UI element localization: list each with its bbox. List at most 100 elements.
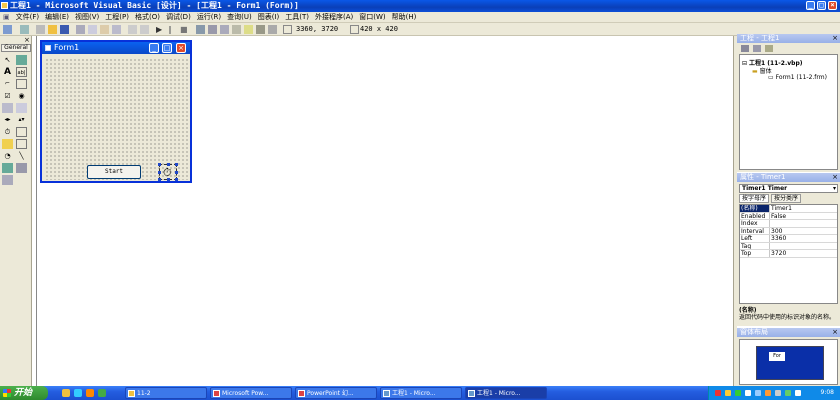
property-value[interactable]: False — [770, 213, 786, 220]
data-tool-icon[interactable] — [16, 163, 27, 173]
copy-icon[interactable] — [88, 25, 97, 34]
volume-icon[interactable] — [795, 390, 801, 396]
tray-icon[interactable] — [785, 390, 791, 396]
minimize-button[interactable]: _ — [806, 1, 815, 10]
layout-close-icon[interactable]: × — [832, 328, 838, 337]
task-powerpoint-1[interactable]: Microsoft Pow... — [210, 387, 292, 399]
view-code-icon[interactable] — [741, 45, 749, 52]
tree-node-form1[interactable]: ▭ Form1 (11-2.frm) — [768, 74, 827, 81]
timer-tool-icon[interactable]: ⏱ — [2, 127, 13, 137]
toggle-folders-icon[interactable] — [765, 45, 773, 52]
redo-icon[interactable] — [140, 25, 149, 34]
line-tool-icon[interactable]: ╲ — [16, 151, 27, 161]
form-design-grid[interactable] — [45, 58, 189, 180]
form1-window[interactable]: Form1 _ □ × Start ⏱ — [40, 40, 192, 183]
open-icon[interactable] — [48, 25, 57, 34]
menu-editor-icon[interactable] — [36, 25, 45, 34]
picturebox-tool-icon[interactable] — [16, 55, 27, 65]
menu-file[interactable]: 文件(F) — [13, 12, 43, 23]
menu-project[interactable]: 工程(P) — [102, 12, 132, 23]
form-layout-icon[interactable] — [220, 25, 229, 34]
tray-icon[interactable] — [725, 390, 731, 396]
view-object-icon[interactable] — [753, 45, 761, 52]
tray-icon[interactable] — [735, 390, 741, 396]
menu-run[interactable]: 运行(R) — [194, 12, 224, 23]
hscrollbar-tool-icon[interactable]: ◂▸ — [2, 115, 13, 125]
property-value[interactable]: 300 — [770, 228, 782, 235]
run-icon[interactable]: ▶ — [156, 25, 165, 34]
form-position-preview[interactable]: For — [769, 352, 785, 361]
property-row[interactable]: Top 3720 — [740, 250, 837, 258]
commandbutton-tool-icon[interactable] — [16, 79, 27, 89]
dirlistbox-tool-icon[interactable] — [2, 139, 13, 149]
pause-icon[interactable]: ‖ — [168, 25, 177, 34]
menu-format[interactable]: 格式(O) — [132, 12, 163, 23]
component-manager-icon[interactable] — [268, 25, 277, 34]
toolbox-icon[interactable] — [244, 25, 253, 34]
task-folder[interactable]: 11-2 — [125, 387, 207, 399]
tab-categorized[interactable]: 按分类序 — [770, 194, 801, 203]
pointer-tool-icon[interactable]: ↖ — [2, 55, 13, 65]
optionbutton-tool-icon[interactable]: ◉ — [16, 91, 27, 101]
frame-tool-icon[interactable]: ⌐ — [2, 79, 13, 89]
tray-icon[interactable] — [715, 390, 721, 396]
property-value[interactable] — [770, 243, 771, 250]
menu-window[interactable]: 窗口(W) — [356, 12, 388, 23]
add-project-icon[interactable] — [3, 25, 12, 34]
close-button[interactable]: × — [828, 1, 837, 10]
combobox-tool-icon[interactable] — [2, 103, 13, 113]
maximize-button[interactable]: □ — [817, 1, 826, 10]
save-icon[interactable] — [60, 25, 69, 34]
property-value[interactable]: Timer1 — [770, 205, 792, 212]
form1-title-bar[interactable]: Form1 _ □ × — [42, 42, 190, 54]
properties-close-icon[interactable]: × — [832, 173, 838, 182]
property-row[interactable]: Tag — [740, 242, 837, 250]
menu-diagram[interactable]: 图表(I) — [255, 12, 283, 23]
desktop-icon[interactable] — [98, 389, 106, 397]
start-button[interactable]: Start — [87, 165, 141, 179]
listbox-tool-icon[interactable] — [16, 103, 27, 113]
image-tool-icon[interactable] — [2, 163, 13, 173]
textbox-tool-icon[interactable]: ab| — [16, 67, 27, 77]
resize-handle[interactable] — [167, 178, 170, 181]
property-value[interactable] — [770, 220, 771, 227]
form-maximize-button[interactable]: □ — [162, 43, 172, 53]
tray-icon[interactable] — [765, 390, 771, 396]
resize-handle[interactable] — [158, 178, 161, 181]
tray-icon[interactable] — [755, 390, 761, 396]
resize-handle[interactable] — [158, 163, 161, 166]
menu-view[interactable]: 视图(V) — [72, 12, 102, 23]
resize-handle[interactable] — [175, 163, 178, 166]
vscrollbar-tool-icon[interactable]: ▴▾ — [16, 115, 27, 125]
tray-icon[interactable] — [745, 390, 751, 396]
menu-addins[interactable]: 外接程序(A) — [312, 12, 356, 23]
toolbox-close-icon[interactable]: × — [24, 36, 30, 44]
ole-tool-icon[interactable] — [2, 175, 13, 185]
property-row[interactable]: Left 3360 — [740, 235, 837, 243]
property-row[interactable]: Interval 300 — [740, 227, 837, 235]
task-vb-2[interactable]: 工程1 - Micro... — [465, 387, 547, 399]
label-tool-icon[interactable]: A — [2, 67, 13, 77]
drivelistbox-tool-icon[interactable] — [16, 127, 27, 137]
properties-window-icon[interactable] — [208, 25, 217, 34]
collapse-icon[interactable]: ⊟ — [742, 60, 747, 67]
menu-help[interactable]: 帮助(H) — [389, 12, 420, 23]
shape-tool-icon[interactable]: ◔ — [2, 151, 13, 161]
property-row[interactable]: Index — [740, 220, 837, 228]
chevron-down-icon[interactable]: ▾ — [833, 185, 836, 192]
undo-icon[interactable] — [128, 25, 137, 34]
menu-edit[interactable]: 编辑(E) — [42, 12, 72, 23]
object-browser-icon[interactable] — [232, 25, 241, 34]
resize-handle[interactable] — [175, 171, 178, 174]
property-row[interactable]: (名称) Timer1 — [740, 205, 837, 213]
project-explorer-icon[interactable] — [196, 25, 205, 34]
data-view-icon[interactable] — [256, 25, 265, 34]
ie-icon[interactable] — [74, 389, 82, 397]
property-value[interactable]: 3360 — [770, 235, 786, 242]
resize-handle[interactable] — [158, 171, 161, 174]
find-icon[interactable] — [112, 25, 121, 34]
clock[interactable]: 9:08 — [821, 386, 834, 400]
form-close-button[interactable]: × — [176, 43, 186, 53]
quicklaunch-icon[interactable] — [62, 389, 70, 397]
menu-debug[interactable]: 调试(D) — [163, 12, 194, 23]
